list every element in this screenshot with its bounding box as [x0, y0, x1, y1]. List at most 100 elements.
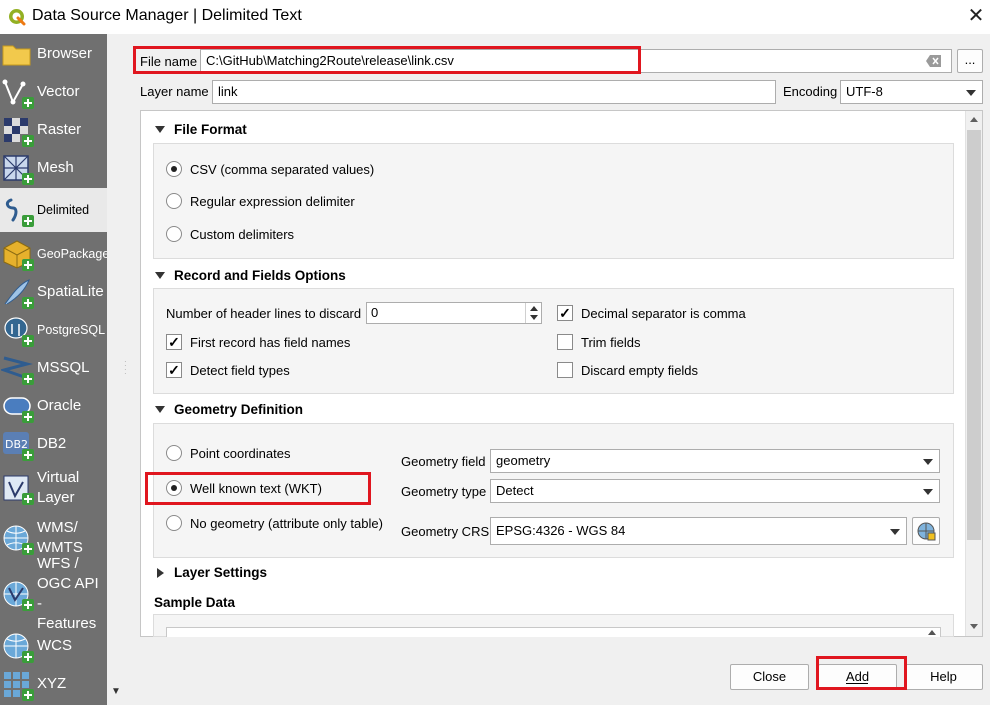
sidebar-item-label: Mesh [37, 159, 74, 176]
spin-up-icon [530, 306, 538, 311]
sidebar-item-postgresql[interactable]: PostgreSQL [0, 312, 107, 348]
sidebar-item-vector[interactable]: Vector [0, 74, 107, 110]
geometry-type-label: Geometry type [401, 484, 487, 499]
chevron-down-icon [966, 90, 976, 96]
layer-name-label: Layer name [140, 84, 209, 99]
checkbox-decimal-comma[interactable]: ✓ Decimal separator is comma [557, 305, 746, 321]
checkbox-first-record[interactable]: ✓ First record has field names [166, 334, 350, 350]
xyz-icon [1, 668, 34, 701]
wfs-icon [1, 578, 34, 611]
vector-icon [1, 76, 34, 109]
sidebar-item-mssql[interactable]: MSSQL [0, 350, 107, 386]
sidebar-item-label: WFS / OGC API - Features [37, 555, 99, 632]
checkmark-icon: ✓ [166, 334, 182, 350]
checkmark-icon: ✓ [166, 362, 182, 378]
sidebar-item-label: PostgreSQL [37, 323, 106, 337]
wcs-icon [1, 630, 34, 663]
encoding-value: UTF-8 [846, 84, 883, 99]
folder-icon [1, 38, 33, 70]
collapse-icon [155, 272, 165, 279]
geometry-type-select[interactable]: Detect [490, 479, 940, 503]
radio-wkt[interactable]: Well known text (WKT) [166, 480, 322, 496]
radio-indicator [166, 515, 182, 531]
checkmark-icon: ✓ [557, 305, 573, 321]
encoding-label: Encoding [783, 84, 838, 99]
chevron-down-icon [923, 459, 933, 465]
geometry-header[interactable]: Geometry Definition [155, 402, 303, 417]
delimited-icon [1, 194, 34, 227]
chevron-down-icon [890, 529, 900, 535]
layer-name-input[interactable]: link [212, 80, 776, 104]
virtual-layer-icon [1, 472, 34, 505]
sidebar-item-label: WMS/ WMTS [37, 519, 83, 556]
spin-buttons[interactable] [525, 303, 541, 323]
expand-icon [157, 567, 164, 578]
close-icon[interactable]: ✕ [962, 3, 990, 31]
radio-regex[interactable]: Regular expression delimiter [166, 193, 355, 209]
raster-icon [1, 114, 34, 147]
sidebar-item-browser[interactable]: Browser [0, 36, 107, 72]
layer-settings-header[interactable]: Layer Settings [155, 565, 267, 580]
sidebar-item-label: Oracle [37, 397, 82, 414]
geometry-crs-select[interactable]: EPSG:4326 - WGS 84 [490, 517, 907, 545]
file-format-header[interactable]: File Format [155, 122, 247, 137]
scroll-up-icon[interactable] [967, 113, 981, 127]
radio-indicator [166, 161, 182, 177]
sidebar-item-delimited[interactable]: Delimited [0, 188, 107, 232]
checkbox-trim-fields[interactable]: Trim fields [557, 334, 640, 350]
sidebar-item-label: MSSQL [37, 359, 90, 376]
geometry-field-select[interactable]: geometry [490, 449, 940, 473]
radio-csv[interactable]: CSV (comma separated values) [166, 161, 374, 177]
radio-indicator [166, 193, 182, 209]
splitter-handle[interactable]: · · · · [124, 358, 130, 380]
geometry-field-label: Geometry field [401, 454, 486, 469]
checkbox-detect-types[interactable]: ✓ Detect field types [166, 362, 290, 378]
scroll-down-icon[interactable] [967, 620, 981, 634]
encoding-select[interactable]: UTF-8 [840, 80, 983, 104]
radio-custom[interactable]: Custom delimiters [166, 226, 294, 242]
sidebar-item-mesh[interactable]: Mesh [0, 150, 107, 186]
mssql-icon [0, 352, 34, 385]
sample-data-table[interactable] [166, 627, 941, 637]
sidebar-item-label: XYZ [37, 675, 67, 692]
sidebar-item-geopackage[interactable]: GeoPackage [0, 236, 107, 272]
sidebar-item-db2[interactable]: DB2 DB2 [0, 426, 107, 462]
db2-icon: DB2 [1, 428, 34, 461]
close-button[interactable]: Close [730, 664, 809, 690]
crs-selector-button[interactable] [912, 517, 940, 545]
sidebar-item-wcs[interactable]: WCS [0, 628, 107, 664]
sidebar-item-wfs[interactable]: WFS / OGC API - Features [0, 555, 107, 632]
sidebar-item-label: SpatiaLite [37, 283, 104, 300]
geometry-crs-label: Geometry CRS [401, 524, 490, 539]
header-lines-spinbox[interactable]: 0 [366, 302, 542, 324]
sidebar-item-spatialite[interactable]: SpatiaLite [0, 274, 107, 310]
sidebar-item-xyz[interactable]: XYZ [0, 666, 107, 702]
record-fields-header[interactable]: Record and Fields Options [155, 268, 346, 283]
oracle-icon [1, 390, 34, 423]
collapse-icon [155, 406, 165, 413]
radio-point-coordinates[interactable]: Point coordinates [166, 445, 290, 461]
table-scroll-up-icon[interactable] [924, 628, 940, 637]
radio-no-geometry[interactable]: No geometry (attribute only table) [166, 515, 383, 531]
sidebar-item-label: Virtual Layer [37, 469, 80, 506]
clear-icon[interactable] [926, 54, 942, 68]
sidebar-item-label: Vector [37, 83, 80, 100]
file-name-input[interactable]: C:\GitHub\Matching2Route\release\link.cs… [200, 49, 952, 73]
sidebar-item-virtual-layer[interactable]: Virtual Layer [0, 464, 107, 512]
wms-icon [1, 522, 34, 555]
chevron-down-icon [923, 489, 933, 495]
spin-down-icon [530, 315, 538, 320]
sidebar-item-label: GeoPackage [37, 247, 107, 261]
sidebar-scroll-down-icon[interactable]: ▼ [107, 686, 125, 702]
add-button[interactable]: Add [818, 664, 897, 690]
crs-selector-icon [917, 522, 936, 541]
checkbox-discard-empty[interactable]: Discard empty fields [557, 362, 698, 378]
window-title: Data Source Manager | Delimited Text [32, 7, 302, 24]
sidebar-item-raster[interactable]: Raster [0, 112, 107, 148]
scrollbar-thumb[interactable] [967, 130, 981, 540]
sidebar-item-label: DB2 [37, 435, 67, 452]
add-underline [846, 683, 868, 684]
sidebar-item-oracle[interactable]: Oracle [0, 388, 107, 424]
help-button[interactable]: Help [904, 664, 983, 690]
browse-button[interactable]: ... [957, 49, 983, 73]
